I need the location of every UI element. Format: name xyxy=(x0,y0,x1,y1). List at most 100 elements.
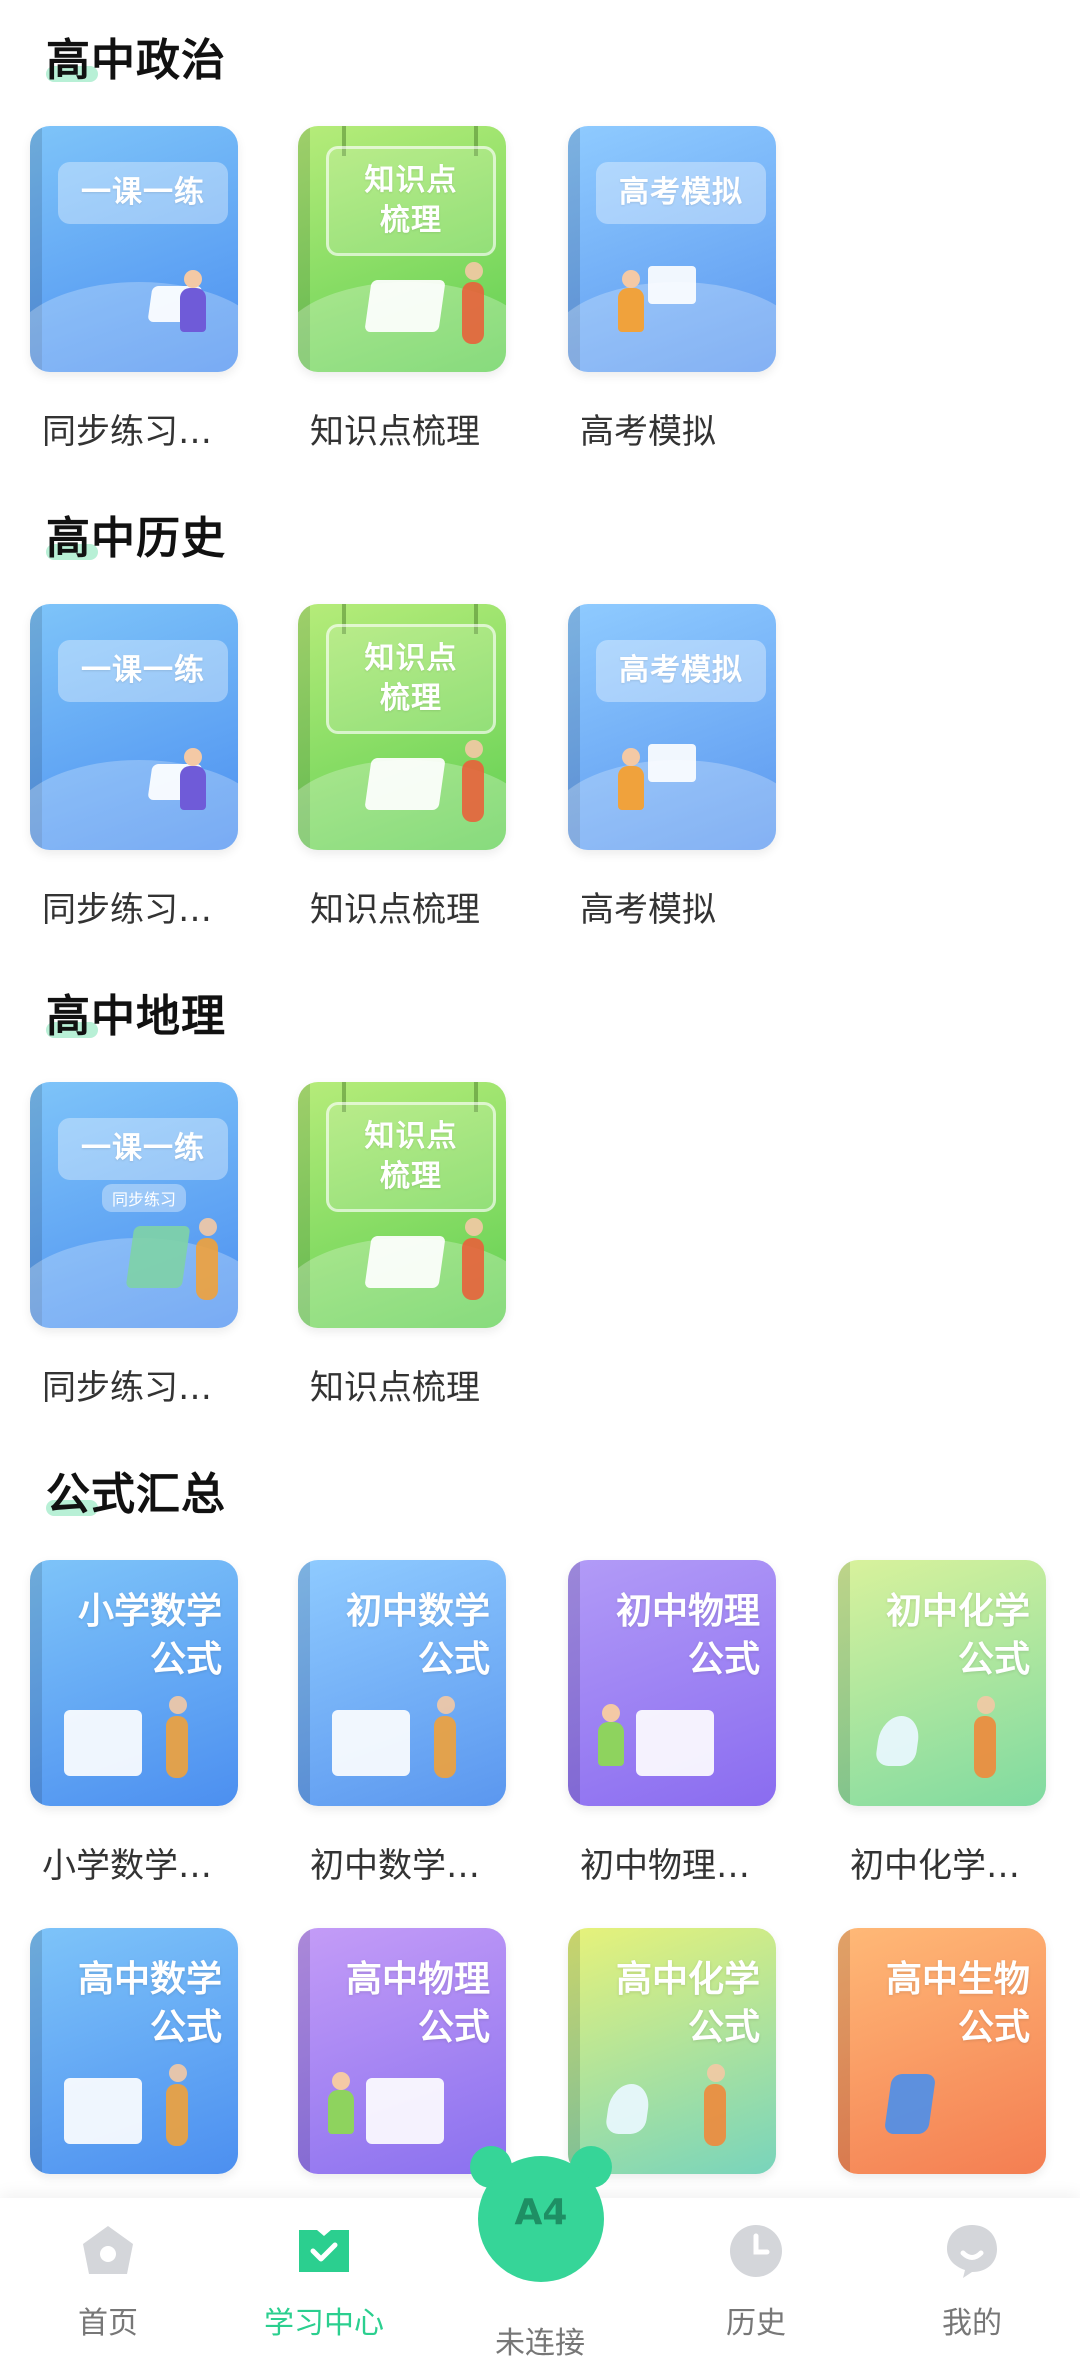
book-card-practice[interactable]: 一课一练 同步练习… xyxy=(30,604,238,931)
book-card-practice[interactable]: 一课一练 同步练习… xyxy=(30,126,238,453)
book-cover: 初中数学 公式 xyxy=(298,1560,506,1806)
nav-label: 历史 xyxy=(726,2306,786,2341)
book-cover: 小学数学 公式 xyxy=(30,1560,238,1806)
student-illustration xyxy=(598,1704,624,1766)
flask-illustration xyxy=(604,2084,652,2134)
book-title: 同步练习… xyxy=(42,1368,212,1408)
book-cover: 高中物理 公式 xyxy=(298,1928,506,2174)
cover-title: 知识点 梳理 xyxy=(326,624,496,734)
section-title: 高中政治 xyxy=(46,35,226,86)
section-title: 高中历史 xyxy=(46,513,226,564)
book-card-exam[interactable]: 高考模拟 高考模拟 xyxy=(568,126,776,453)
cover-title: 高中生物 公式 xyxy=(885,1959,1030,2048)
book-cover: 高中化学 公式 xyxy=(568,1928,776,2174)
book-card-senior-math-formulas[interactable]: 高中数学 公式 xyxy=(30,1928,238,2174)
cover-subtitle: 同步练习 xyxy=(102,1184,187,1212)
book-cover: 高中生物 公式 xyxy=(838,1928,1046,2174)
book-grid: 一课一练 同步练习 同步练习… 知识点 梳理 知识点梳理 xyxy=(0,1082,1080,1422)
book-title: 初中数学… xyxy=(310,1846,480,1886)
book-title: 知识点梳理 xyxy=(310,1368,480,1408)
book-card-knowledge[interactable]: 知识点 梳理 知识点梳理 xyxy=(298,604,506,931)
book-title: 初中化学… xyxy=(850,1846,1020,1886)
profile-icon xyxy=(947,2225,997,2278)
screen-illustration xyxy=(648,744,696,782)
cover-title: 初中化学 公式 xyxy=(885,1591,1030,1680)
student-illustration xyxy=(166,2064,188,2146)
cover-title: 一课一练 xyxy=(58,162,228,224)
cover-title: 高考模拟 xyxy=(596,162,766,224)
student-illustration xyxy=(618,270,644,332)
book-cover: 高考模拟 xyxy=(568,126,776,372)
cover-title: 初中数学 公式 xyxy=(345,1591,490,1680)
book-cover: 知识点 梳理 xyxy=(298,1082,506,1328)
book-grid: 一课一练 同步练习… 知识点 梳理 知识点梳理 高考模拟 高考模拟 xyxy=(0,126,1080,466)
cover-title: 高中物理 公式 xyxy=(345,1959,490,2048)
books-illustration xyxy=(125,1226,191,1288)
book-card-primary-math-formulas[interactable]: 小学数学 公式 小学数学… xyxy=(30,1560,238,1887)
student-illustration xyxy=(196,1218,218,1300)
student-illustration xyxy=(434,1696,456,1778)
book-grid: 一课一练 同步练习… 知识点 梳理 知识点梳理 高考模拟 高考模拟 xyxy=(0,604,1080,944)
flask-illustration xyxy=(874,1716,922,1766)
book-title: 同步练习… xyxy=(42,412,212,452)
section-title: 高中地理 xyxy=(46,991,226,1042)
section-title: 公式汇总 xyxy=(46,1469,226,1520)
whiteboard-illustration xyxy=(366,2078,444,2144)
student-illustration xyxy=(180,748,206,810)
book-cover: 高考模拟 xyxy=(568,604,776,850)
book-cover: 知识点 梳理 xyxy=(298,126,506,372)
student-illustration xyxy=(328,2072,354,2134)
book-card-senior-biology-formulas[interactable]: 高中生物 公式 xyxy=(838,1928,1046,2174)
cover-title: 高中数学 公式 xyxy=(77,1959,222,2048)
nav-study-center[interactable]: 学习中心 xyxy=(244,2220,404,2342)
book-card-senior-chemistry-formulas[interactable]: 高中化学 公式 xyxy=(568,1928,776,2174)
book-grid: 小学数学 公式 小学数学… 初中数学 公式 初中数学… 初中物理 公式 初中物理… xyxy=(0,1560,1080,2200)
nav-label: 我的 xyxy=(942,2306,1002,2341)
book-title: 小学数学… xyxy=(42,1846,212,1886)
device-badge: A4 xyxy=(514,2192,568,2233)
book-title: 高考模拟 xyxy=(580,890,716,930)
book-card-exam[interactable]: 高考模拟 高考模拟 xyxy=(568,604,776,931)
nav-home[interactable]: 首页 xyxy=(28,2220,188,2342)
teacher-illustration xyxy=(462,262,484,344)
book-card-senior-physics-formulas[interactable]: 高中物理 公式 xyxy=(298,1928,506,2174)
book-card-junior-physics-formulas[interactable]: 初中物理 公式 初中物理… xyxy=(568,1560,776,1887)
book-title: 知识点梳理 xyxy=(310,890,480,930)
study-center-icon xyxy=(299,2230,349,2272)
book-card-knowledge[interactable]: 知识点 梳理 知识点梳理 xyxy=(298,126,506,453)
cover-title: 初中物理 公式 xyxy=(615,1591,760,1680)
study-center-content: 高中政治 一课一练 同步练习… 知识点 梳理 知识点梳理 高考模拟 高考模拟 高… xyxy=(0,0,1080,2200)
whiteboard-illustration xyxy=(636,1710,714,1776)
nav-label: 首页 xyxy=(78,2306,138,2341)
device-status-label: 未连接 xyxy=(495,2326,585,2361)
book-cover: 高中数学 公式 xyxy=(30,1928,238,2174)
book-card-junior-math-formulas[interactable]: 初中数学 公式 初中数学… xyxy=(298,1560,506,1887)
teacher-illustration xyxy=(462,740,484,822)
book-title: 知识点梳理 xyxy=(310,412,480,452)
cover-title: 高考模拟 xyxy=(596,640,766,702)
open-book-illustration xyxy=(364,280,446,332)
cover-title: 一课一练 xyxy=(58,640,228,702)
book-title: 同步练习… xyxy=(42,890,212,930)
book-card-knowledge[interactable]: 知识点 梳理 知识点梳理 xyxy=(298,1082,506,1409)
notebook-illustration xyxy=(64,1710,142,1776)
screen-illustration xyxy=(648,266,696,304)
book-cover: 知识点 梳理 xyxy=(298,604,506,850)
clock-icon xyxy=(730,2225,782,2277)
notebook-illustration xyxy=(332,1710,410,1776)
cover-title: 知识点 梳理 xyxy=(326,146,496,256)
student-illustration xyxy=(166,1696,188,1778)
cover-title: 小学数学 公式 xyxy=(77,1591,222,1680)
open-book-illustration xyxy=(364,1236,446,1288)
cover-title: 知识点 梳理 xyxy=(326,1102,496,1212)
nav-profile[interactable]: 我的 xyxy=(892,2220,1052,2342)
microscope-illustration xyxy=(883,2074,937,2134)
book-card-junior-chemistry-formulas[interactable]: 初中化学 公式 初中化学… xyxy=(838,1560,1046,1887)
book-card-practice[interactable]: 一课一练 同步练习 同步练习… xyxy=(30,1082,238,1409)
device-connect-button[interactable]: A4 xyxy=(470,2146,612,2282)
nav-history[interactable]: 历史 xyxy=(676,2220,836,2342)
teacher-illustration xyxy=(462,1218,484,1300)
book-title: 初中物理… xyxy=(580,1846,750,1886)
book-cover: 一课一练 xyxy=(30,126,238,372)
scientist-illustration xyxy=(974,1696,996,1778)
